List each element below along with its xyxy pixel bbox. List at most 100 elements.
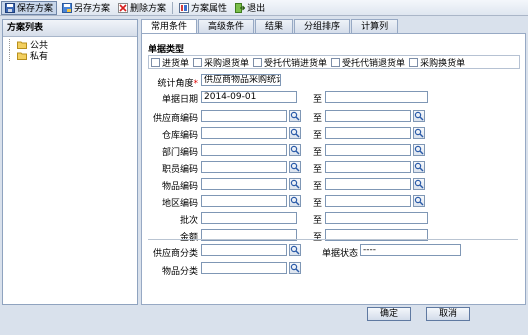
to-label: 至 bbox=[313, 165, 323, 175]
range-to-lookup-button[interactable] bbox=[413, 178, 425, 190]
item-class-field[interactable] bbox=[201, 262, 287, 274]
delete-scheme-button[interactable]: 删除方案 bbox=[115, 1, 169, 15]
doc-type-title: 单据类型 bbox=[148, 45, 185, 55]
supplier-class-lookup-button[interactable] bbox=[289, 244, 301, 256]
save-as-scheme-button[interactable]: 另存方案 bbox=[59, 1, 113, 15]
condition-tabs: 常用条件 高级条件 结果 分组排序 计算列 bbox=[141, 19, 399, 34]
save-as-scheme-label: 另存方案 bbox=[74, 4, 111, 14]
range-to-field[interactable] bbox=[325, 110, 411, 122]
range-row-label: 地区编码 bbox=[161, 199, 198, 209]
doc-type-option[interactable]: 受托代销进货单 bbox=[253, 56, 327, 69]
range-to-lookup-button[interactable] bbox=[413, 127, 425, 139]
to-label: 至 bbox=[313, 182, 323, 192]
stat-angle-select[interactable]: 供应商物品采购统计 bbox=[201, 74, 281, 86]
range-to-lookup-button[interactable] bbox=[413, 144, 425, 156]
lookup-icon bbox=[414, 196, 424, 206]
range-from-lookup-button[interactable] bbox=[289, 178, 301, 190]
range-from-lookup-button[interactable] bbox=[289, 127, 301, 139]
checkbox[interactable] bbox=[409, 57, 419, 67]
save-scheme-button[interactable]: 保存方案 bbox=[1, 0, 58, 15]
exit-button[interactable]: 退出 bbox=[232, 1, 268, 15]
range-from-field[interactable] bbox=[201, 195, 287, 207]
range-to-field[interactable] bbox=[325, 161, 411, 173]
to-label: 至 bbox=[313, 199, 323, 209]
range-row-label: 金额 bbox=[179, 233, 198, 243]
range-from-field[interactable] bbox=[201, 127, 287, 139]
lookup-icon bbox=[414, 179, 424, 189]
folder-icon bbox=[17, 52, 27, 60]
range-to-lookup-button[interactable] bbox=[413, 110, 425, 122]
range-to-field[interactable] bbox=[325, 127, 411, 139]
range-row-label: 职员编码 bbox=[161, 165, 198, 175]
range-to-field[interactable] bbox=[325, 178, 411, 190]
stat-angle-label: 统计角度* bbox=[157, 79, 198, 89]
tab-advanced-conditions[interactable]: 高级条件 bbox=[198, 19, 255, 34]
tree-item-public[interactable]: 公共 bbox=[3, 39, 137, 51]
range-from-field[interactable] bbox=[201, 110, 287, 122]
exit-label: 退出 bbox=[247, 4, 266, 14]
checkbox[interactable] bbox=[151, 57, 160, 67]
range-to-field[interactable] bbox=[325, 195, 411, 207]
doc-type-group: 进货单 采购退货单 受托代销进货单 受托代销退货单 采购换货单 bbox=[148, 55, 520, 69]
lookup-icon bbox=[414, 111, 424, 121]
checkbox[interactable] bbox=[253, 57, 263, 67]
doc-status-label: 单据状态 bbox=[321, 249, 358, 259]
date-to-field[interactable] bbox=[325, 91, 428, 103]
to-label: 至 bbox=[313, 114, 323, 124]
tab-common-conditions[interactable]: 常用条件 bbox=[141, 19, 198, 34]
to-label: 至 bbox=[313, 148, 323, 158]
range-from-field[interactable] bbox=[201, 144, 287, 156]
to-label: 至 bbox=[313, 131, 323, 141]
doc-status-select[interactable]: ---- bbox=[360, 244, 461, 256]
lookup-icon bbox=[290, 263, 300, 273]
ok-button[interactable]: 确定 bbox=[367, 307, 411, 321]
cancel-button[interactable]: 取消 bbox=[426, 307, 470, 321]
range-to-field[interactable] bbox=[325, 212, 428, 224]
supplier-class-field[interactable] bbox=[201, 244, 287, 256]
save-icon bbox=[5, 2, 15, 13]
range-from-field[interactable] bbox=[201, 212, 297, 224]
range-row-label: 供应商编码 bbox=[152, 114, 198, 124]
checkbox[interactable] bbox=[193, 57, 203, 67]
checkbox[interactable] bbox=[331, 57, 341, 67]
common-conditions-panel: 单据类型 进货单 采购退货单 受托代销进货单 受托代销退货单 采购换货单 统计角… bbox=[141, 33, 526, 305]
to-label: 至 bbox=[313, 95, 323, 105]
scheme-properties-button[interactable]: 方案属性 bbox=[176, 1, 230, 15]
range-to-field[interactable] bbox=[325, 144, 411, 156]
range-from-field[interactable] bbox=[201, 161, 287, 173]
range-from-lookup-button[interactable] bbox=[289, 195, 301, 207]
range-from-lookup-button[interactable] bbox=[289, 144, 301, 156]
save-as-icon bbox=[62, 2, 73, 13]
delete-scheme-label: 删除方案 bbox=[130, 4, 167, 14]
range-row-label: 批次 bbox=[179, 216, 198, 226]
range-row-label: 物品编码 bbox=[161, 182, 198, 192]
lookup-icon bbox=[290, 145, 300, 155]
doc-type-option[interactable]: 进货单 bbox=[151, 56, 189, 69]
tree-item-private[interactable]: 私有 bbox=[3, 50, 137, 62]
to-label: 至 bbox=[313, 233, 323, 243]
scheme-properties-label: 方案属性 bbox=[191, 4, 228, 14]
range-from-lookup-button[interactable] bbox=[289, 161, 301, 173]
range-to-lookup-button[interactable] bbox=[413, 161, 425, 173]
range-from-field[interactable] bbox=[201, 178, 287, 190]
tree-item-label: 私有 bbox=[30, 52, 49, 62]
date-label: 单据日期 bbox=[161, 95, 198, 105]
range-row-label: 仓库编码 bbox=[161, 131, 198, 141]
doc-type-option[interactable]: 受托代销退货单 bbox=[331, 56, 405, 69]
tab-computed-columns[interactable]: 计算列 bbox=[351, 19, 399, 34]
toolbar-separator bbox=[172, 1, 174, 14]
lookup-icon bbox=[290, 128, 300, 138]
tab-results[interactable]: 结果 bbox=[255, 19, 294, 34]
toolbar: 保存方案 另存方案 删除方案 方案属性 退出 bbox=[0, 0, 528, 16]
lookup-icon bbox=[414, 128, 424, 138]
lookup-icon bbox=[290, 179, 300, 189]
lookup-icon bbox=[290, 162, 300, 172]
doc-type-option[interactable]: 采购退货单 bbox=[193, 56, 249, 69]
date-from-field[interactable]: 2014-09-01 bbox=[201, 91, 297, 103]
doc-type-option[interactable]: 采购换货单 bbox=[409, 56, 465, 69]
range-from-lookup-button[interactable] bbox=[289, 110, 301, 122]
tab-group-sort[interactable]: 分组排序 bbox=[294, 19, 351, 34]
range-row-label: 部门编码 bbox=[161, 148, 198, 158]
item-class-lookup-button[interactable] bbox=[289, 262, 301, 274]
range-to-lookup-button[interactable] bbox=[413, 195, 425, 207]
